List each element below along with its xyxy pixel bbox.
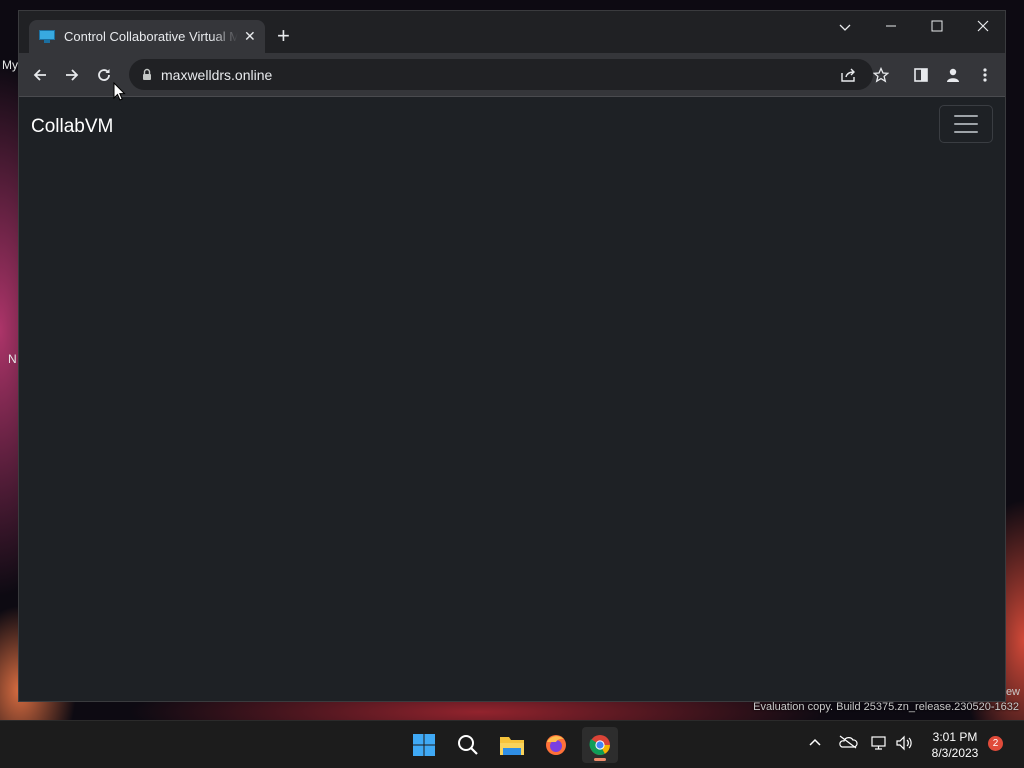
taskbar: 3:01 PM 8/3/2023 xyxy=(0,720,1024,768)
title-bar[interactable]: Control Collaborative Virtual Machine ✕ … xyxy=(19,11,1005,53)
address-bar[interactable]: maxwelldrs.online xyxy=(129,59,873,90)
star-icon[interactable] xyxy=(870,64,892,86)
active-app-indicator xyxy=(594,758,606,761)
desktop-icon-label[interactable]: My xyxy=(2,58,18,72)
notification-badge[interactable]: 2 xyxy=(988,736,1003,751)
arrow-right-icon[interactable] xyxy=(61,64,83,86)
onedrive-icon[interactable] xyxy=(838,735,858,752)
share-icon[interactable] xyxy=(838,64,860,86)
volume-icon[interactable] xyxy=(895,735,913,754)
chevron-down-icon[interactable] xyxy=(830,19,860,35)
close-tab-icon[interactable]: ✕ xyxy=(244,28,256,45)
chevron-up-icon[interactable] xyxy=(808,735,822,750)
search-icon[interactable] xyxy=(450,727,486,763)
evaluation-watermark: Evaluation copy. Build 25375.zn_release.… xyxy=(753,701,1019,713)
reload-icon[interactable] xyxy=(93,64,115,86)
person-icon[interactable] xyxy=(942,64,964,86)
firefox-icon[interactable] xyxy=(538,727,574,763)
navbar-brand[interactable]: CollabVM xyxy=(31,116,113,138)
browser-toolbar: maxwelldrs.online xyxy=(19,53,1005,97)
arrow-left-icon[interactable] xyxy=(29,64,51,86)
clock-date: 8/3/2023 xyxy=(931,746,979,760)
kebab-menu-icon[interactable] xyxy=(974,64,996,86)
watermark-fragment: ew xyxy=(1005,686,1020,698)
url-text[interactable]: maxwelldrs.online xyxy=(161,67,272,83)
file-explorer-icon[interactable] xyxy=(494,727,530,763)
page-content: CollabVM xyxy=(19,97,1005,701)
minimize-icon[interactable] xyxy=(876,19,906,35)
hamburger-icon[interactable] xyxy=(939,105,993,143)
browser-window: Control Collaborative Virtual Machine ✕ … xyxy=(18,10,1006,702)
monitor-icon xyxy=(39,30,55,43)
mouse-cursor-icon xyxy=(113,82,126,101)
clock-time: 3:01 PM xyxy=(932,730,978,744)
side-panel-icon[interactable] xyxy=(910,64,932,86)
desktop-icon-label[interactable]: N xyxy=(8,352,17,366)
system-clock[interactable]: 3:01 PM 8/3/2023 xyxy=(924,729,986,761)
maximize-icon[interactable] xyxy=(922,19,952,35)
close-icon[interactable] xyxy=(968,19,998,35)
chrome-icon[interactable] xyxy=(582,727,618,763)
tab-title: Control Collaborative Virtual Machine xyxy=(64,29,238,44)
lock-icon[interactable] xyxy=(139,67,155,83)
start-icon[interactable] xyxy=(406,727,442,763)
plus-icon[interactable]: + xyxy=(277,25,290,47)
network-icon[interactable] xyxy=(870,735,888,754)
browser-tab[interactable]: Control Collaborative Virtual Machine ✕ xyxy=(29,20,265,53)
